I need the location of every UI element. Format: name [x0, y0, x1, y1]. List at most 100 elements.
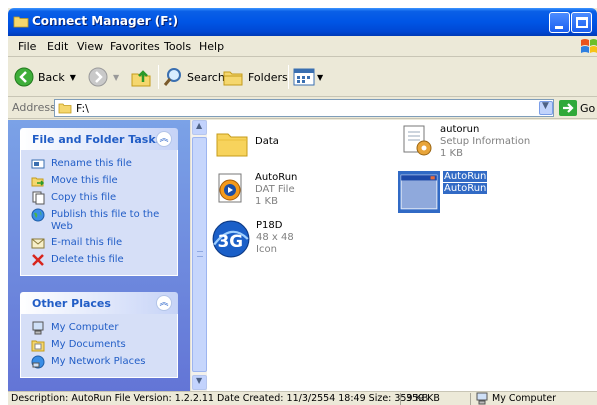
back-button[interactable]: Back ▼	[14, 67, 76, 87]
back-dropdown-icon[interactable]: ▼	[70, 73, 76, 82]
move-icon	[31, 177, 45, 187]
maximize-button[interactable]	[571, 12, 592, 33]
email-icon	[31, 238, 45, 249]
back-arrow-icon	[14, 67, 34, 87]
menu-favorites[interactable]: Favorites	[110, 40, 160, 53]
menu-help[interactable]: Help	[199, 40, 224, 53]
file-size: 1 KB	[440, 148, 463, 159]
scroll-up-button[interactable]: ▲	[192, 120, 207, 135]
place-my-documents[interactable]: My Documents	[21, 337, 177, 354]
file-folder-tasks-list: Rename this file Move this file Copy thi…	[20, 150, 178, 276]
window-title: Connect Manager (F:)	[32, 14, 179, 28]
task-label: Rename this file	[51, 158, 132, 169]
forward-arrow-icon	[88, 67, 108, 87]
place-network[interactable]: My Network Places	[21, 354, 177, 371]
my-computer-icon	[476, 392, 488, 405]
up-folder-button[interactable]	[130, 66, 152, 88]
forward-dropdown-icon[interactable]: ▼	[113, 73, 119, 82]
task-publish-web[interactable]: Publish this file to the Web	[21, 207, 177, 235]
file-name: autorun	[440, 124, 480, 135]
file-list-view[interactable]: ▲ ▼ Data autorun Setup Information 1 KB …	[190, 120, 597, 391]
my-computer-icon	[32, 321, 44, 335]
place-my-computer[interactable]: My Computer	[21, 320, 177, 337]
toolbar-separator	[288, 65, 289, 89]
menu-edit[interactable]: Edit	[47, 40, 68, 53]
delete-icon	[32, 254, 44, 266]
task-rename[interactable]: Rename this file	[21, 156, 177, 173]
title-bar[interactable]: Connect Manager (F:)	[8, 8, 597, 36]
folder-icon	[216, 133, 248, 157]
go-label: Go	[580, 101, 596, 115]
file-type: Setup Information	[440, 136, 531, 147]
other-places-panel: Other Places ︽ My Computer My Documents …	[20, 292, 178, 378]
chevron-down-icon: ▼	[542, 101, 549, 111]
file-name: AutoRun	[443, 171, 488, 182]
task-move[interactable]: Move this file	[21, 173, 177, 190]
vertical-scrollbar[interactable]: ▲ ▼	[190, 120, 207, 391]
panel-title: Other Places	[32, 297, 111, 310]
place-label: My Network Places	[51, 356, 146, 367]
task-delete[interactable]: Delete this file	[21, 252, 177, 269]
file-type: 48 x 48	[256, 232, 294, 243]
back-label: Back	[38, 70, 65, 84]
go-button[interactable]: Go	[559, 100, 595, 116]
file-item[interactable]: Data	[215, 126, 279, 160]
my-documents-icon	[31, 340, 45, 352]
folders-button[interactable]: Folders	[222, 67, 288, 87]
views-dropdown-icon[interactable]: ▼	[317, 73, 323, 82]
other-places-header[interactable]: Other Places ︽	[20, 292, 178, 314]
task-label: Copy this file	[51, 192, 117, 203]
address-dropdown-button[interactable]: ▼	[539, 101, 553, 115]
file-name: P18D	[256, 220, 283, 231]
status-size: 359 KB	[406, 393, 440, 404]
folder-icon	[58, 103, 72, 114]
task-email[interactable]: E-mail this file	[21, 235, 177, 252]
file-size: 1 KB	[255, 196, 278, 207]
toolbar-separator	[158, 65, 159, 89]
file-type: AutoRun	[443, 183, 488, 194]
forward-button[interactable]: ▼	[88, 67, 119, 87]
collapse-chevron-icon[interactable]: ︽	[156, 295, 172, 311]
application-window-icon	[398, 171, 440, 213]
address-bar: Address F:\ ▼ Go	[8, 97, 597, 119]
task-copy[interactable]: Copy this file	[21, 190, 177, 207]
file-name: Data	[255, 136, 279, 147]
address-label: Address	[12, 101, 56, 114]
3g-icon: 3G	[212, 220, 250, 258]
folders-label: Folders	[248, 70, 288, 84]
copy-icon	[32, 191, 45, 205]
search-icon	[163, 68, 181, 86]
menu-tools[interactable]: Tools	[164, 40, 191, 53]
windows-logo-icon	[581, 39, 597, 53]
menu-file[interactable]: File	[18, 40, 36, 53]
address-input[interactable]: F:\ ▼	[54, 99, 554, 117]
folders-icon	[223, 71, 243, 86]
chevron-up-icon: ▲	[196, 121, 203, 130]
task-label: Publish this file to the Web	[51, 209, 160, 232]
place-label: My Computer	[51, 322, 119, 333]
views-grid-icon	[293, 68, 315, 86]
explorer-window: Connect Manager (F:) File Edit View Favo…	[8, 8, 597, 405]
file-item[interactable]: AutoRun DAT File 1 KB	[215, 172, 297, 208]
setup-info-icon	[403, 125, 432, 156]
folder-icon	[13, 16, 29, 28]
collapse-chevron-icon[interactable]: ︽	[156, 131, 172, 147]
views-button[interactable]: ▼	[293, 67, 323, 87]
rename-icon	[31, 159, 45, 169]
scroll-down-button[interactable]: ▼	[192, 375, 207, 390]
file-type: DAT File	[255, 184, 295, 195]
file-item-selected[interactable]: AutoRun AutoRun	[397, 171, 488, 213]
panel-title: File and Folder Tasks	[32, 133, 163, 146]
toolbar: Back ▼ ▼ Search Folders ▼	[8, 57, 597, 97]
menu-view[interactable]: View	[77, 40, 103, 53]
scroll-thumb[interactable]	[192, 137, 207, 372]
file-item[interactable]: 3G P18D 48 x 48 Icon	[212, 220, 294, 258]
minimize-button[interactable]	[549, 12, 570, 33]
file-folder-tasks-header[interactable]: File and Folder Tasks ︽	[20, 128, 178, 150]
network-places-icon	[31, 355, 45, 369]
task-label: E-mail this file	[51, 237, 123, 248]
task-label: Move this file	[51, 175, 118, 186]
search-button[interactable]: Search	[163, 67, 225, 87]
file-size: Icon	[256, 244, 277, 255]
file-item[interactable]: autorun Setup Information 1 KB	[400, 124, 530, 160]
